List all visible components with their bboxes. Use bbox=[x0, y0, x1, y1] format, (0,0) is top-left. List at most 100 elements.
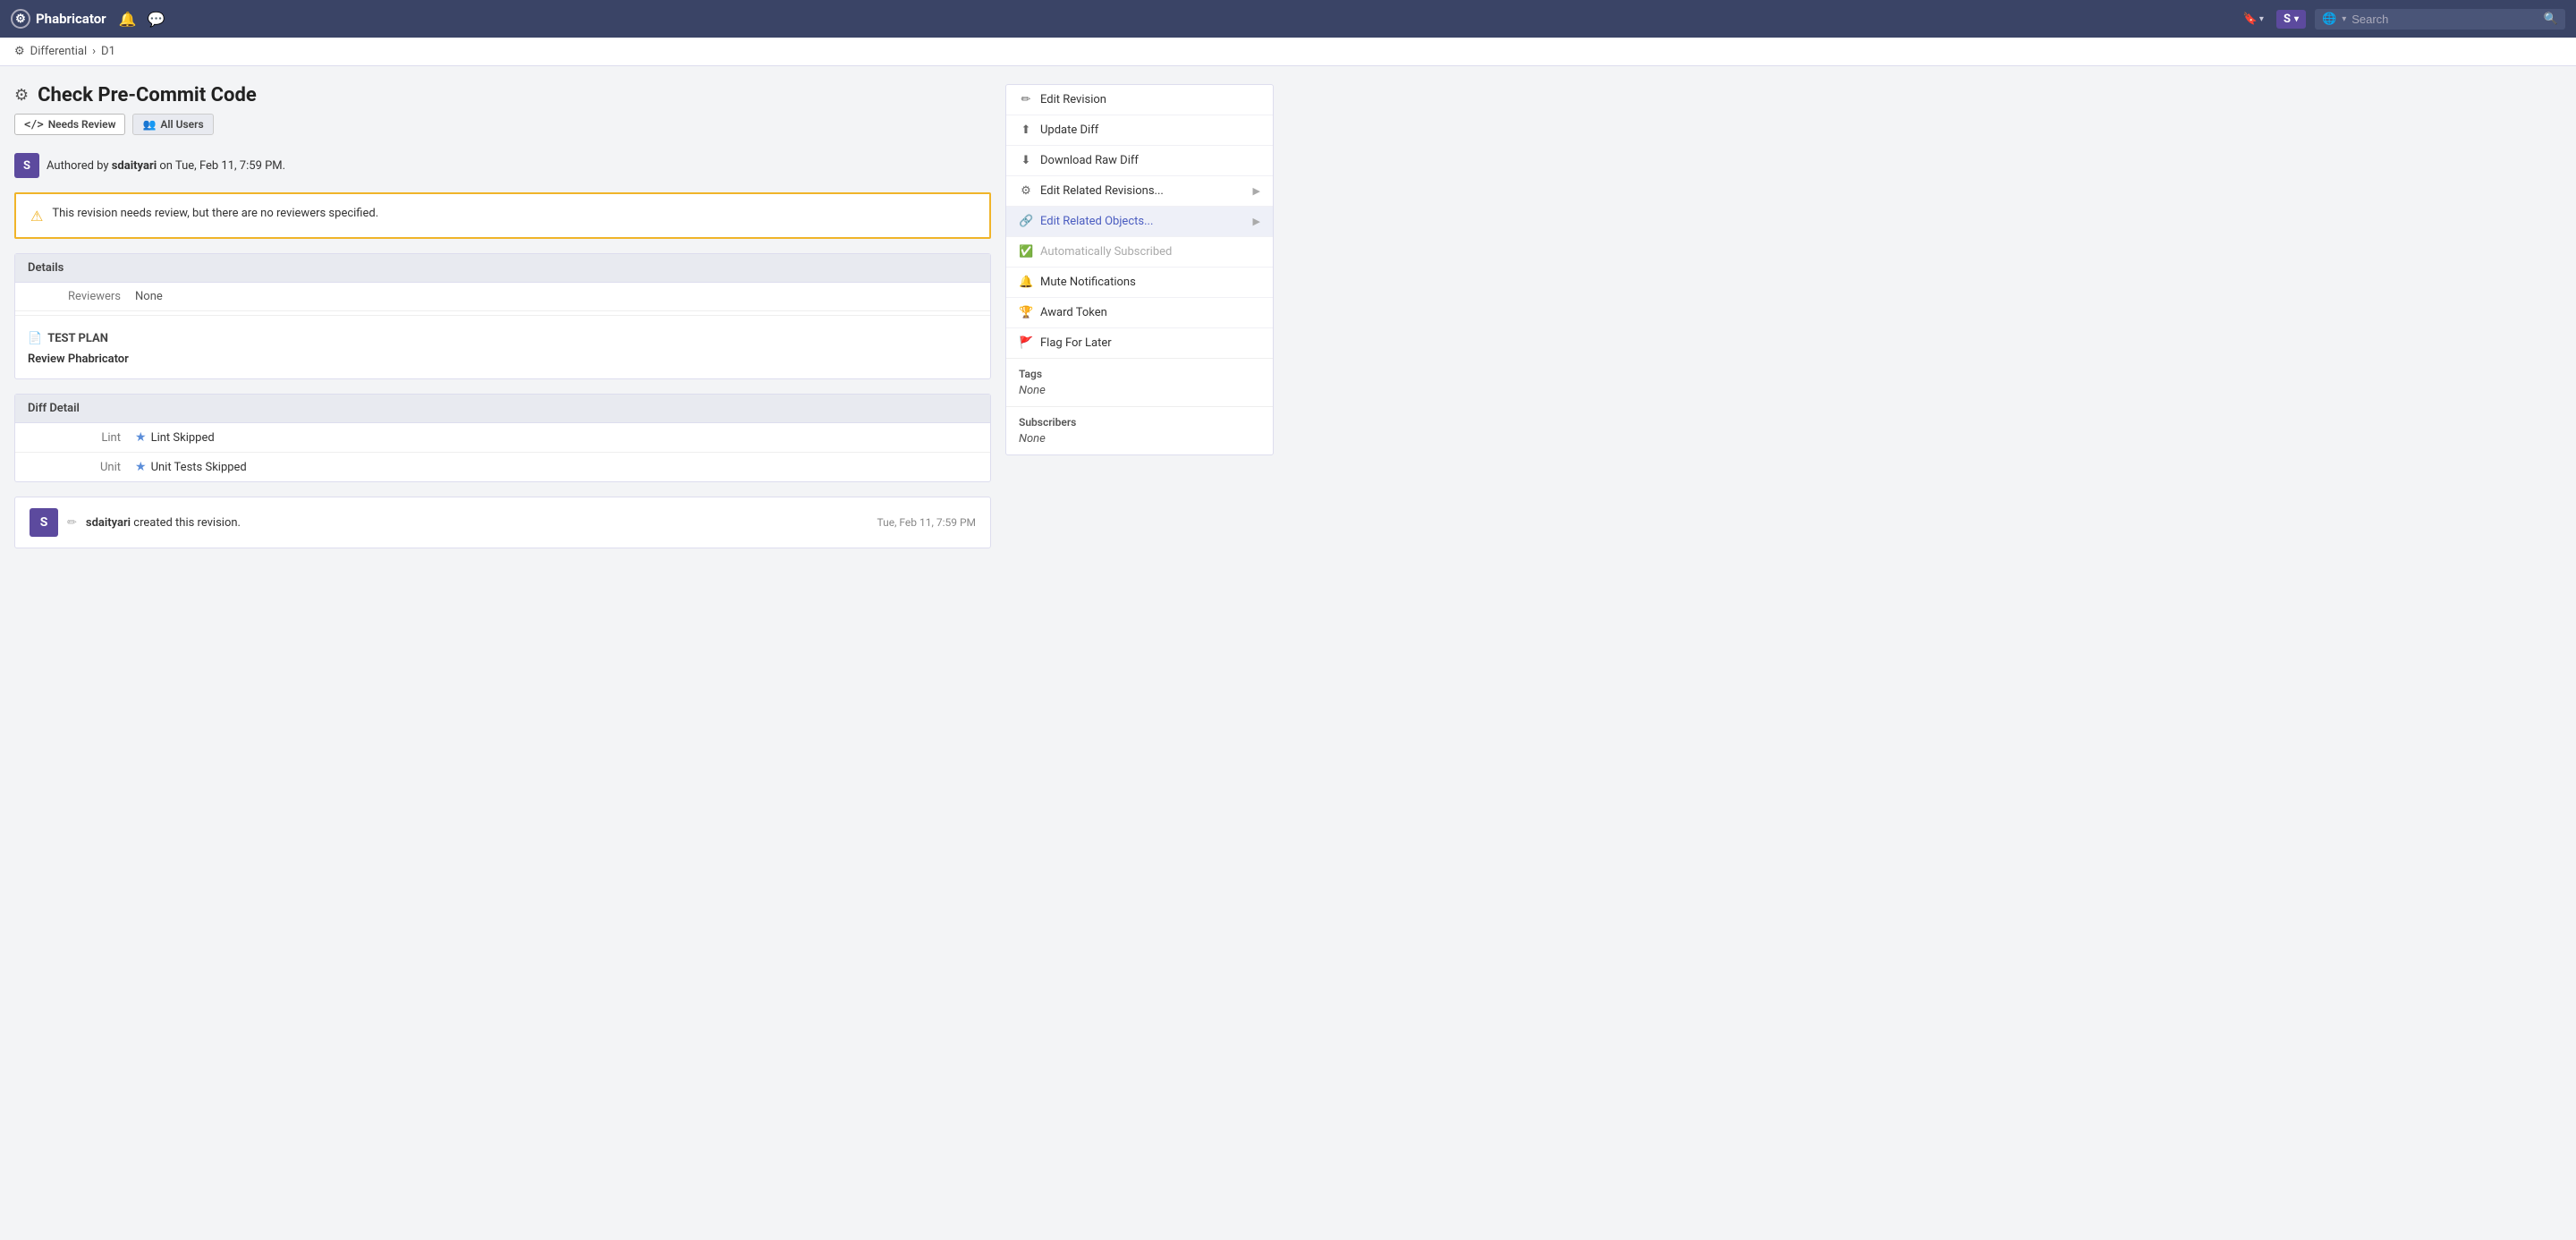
sidebar-item-label-update-diff: Update Diff bbox=[1040, 123, 1260, 137]
bookmark-icon: 🔖 bbox=[2243, 13, 2258, 26]
sidebar-menu: ✏ Edit Revision ⬆ Update Diff ⬇ Download… bbox=[1006, 85, 1273, 358]
bookmark-button[interactable]: 🔖 ▾ bbox=[2243, 13, 2264, 26]
sidebar-item-arrow-edit-related-objects: ▶ bbox=[1253, 216, 1260, 227]
reviewers-value: None bbox=[135, 290, 163, 303]
unit-row: Unit ★ Unit Tests Skipped bbox=[15, 453, 990, 481]
diff-detail-panel: Diff Detail Lint ★ Lint Skipped Unit ★ U… bbox=[14, 394, 991, 482]
users-icon: 👥 bbox=[142, 118, 156, 131]
author-avatar: S bbox=[14, 153, 39, 178]
sidebar-item-label-edit-related-revisions: Edit Related Revisions... bbox=[1040, 184, 1246, 198]
test-plan-header: 📄 TEST PLAN bbox=[28, 332, 978, 345]
author-row: S Authored by sdaityari on Tue, Feb 11, … bbox=[14, 153, 991, 178]
user-arrow: ▾ bbox=[2294, 14, 2299, 24]
details-panel: Details Reviewers None 📄 TEST PLAN Revie… bbox=[14, 253, 991, 379]
activity-username[interactable]: sdaityari bbox=[86, 516, 131, 530]
lint-row: Lint ★ Lint Skipped bbox=[15, 423, 990, 453]
unit-label: Unit bbox=[28, 461, 135, 474]
globe-icon: 🌐 bbox=[2322, 13, 2336, 26]
lint-star-icon: ★ bbox=[135, 430, 147, 445]
top-navigation: ⚙ Phabricator 🔔 💬 🔖 ▾ S ▾ 🌐 ▾ 🔍 bbox=[0, 0, 2576, 38]
sidebar-item-label-flag-for-later: Flag For Later bbox=[1040, 336, 1260, 350]
search-bar[interactable]: 🌐 ▾ 🔍 bbox=[2315, 9, 2565, 30]
sidebar-panel: ✏ Edit Revision ⬆ Update Diff ⬇ Download… bbox=[1005, 84, 1274, 455]
breadcrumb-gear-icon: ⚙ bbox=[14, 45, 25, 58]
breadcrumb-current: D1 bbox=[101, 45, 115, 58]
sidebar-item-label-edit-related-objects: Edit Related Objects... bbox=[1040, 215, 1246, 228]
main-container: ⚙ Check Pre-Commit Code </> Needs Review… bbox=[0, 66, 1288, 566]
title-gear-icon: ⚙ bbox=[14, 86, 29, 105]
content-area: ⚙ Check Pre-Commit Code </> Needs Review… bbox=[14, 84, 991, 548]
sidebar-item-arrow-edit-related-revisions: ▶ bbox=[1253, 185, 1260, 197]
warning-text: This revision needs review, but there ar… bbox=[52, 207, 378, 220]
warning-box: ⚠ This revision needs review, but there … bbox=[14, 192, 991, 239]
app-name: Phabricator bbox=[36, 11, 106, 27]
reviewers-label: Reviewers bbox=[28, 290, 135, 303]
sidebar-item-flag-for-later[interactable]: 🚩 Flag For Later bbox=[1006, 328, 1273, 358]
bookmark-arrow: ▾ bbox=[2259, 14, 2264, 24]
sidebar-item-edit-related-objects[interactable]: 🔗 Edit Related Objects... ▶ bbox=[1006, 207, 1273, 237]
code-icon: </> bbox=[24, 118, 44, 131]
sidebar-item-icon-mute-notifications: 🔔 bbox=[1019, 276, 1033, 289]
test-plan-doc-icon: 📄 bbox=[28, 332, 42, 345]
subscribers-value: None bbox=[1019, 432, 1260, 446]
sidebar-item-icon-download-raw-diff: ⬇ bbox=[1019, 154, 1033, 167]
sidebar-item-download-raw-diff[interactable]: ⬇ Download Raw Diff bbox=[1006, 146, 1273, 176]
audience-badge: 👥 All Users bbox=[132, 114, 213, 135]
page-title: Check Pre-Commit Code bbox=[38, 84, 257, 106]
sidebar-item-label-auto-subscribed: Automatically Subscribed bbox=[1040, 245, 1260, 259]
subscribers-section: Subscribers None bbox=[1006, 406, 1273, 454]
activity-text: sdaityari created this revision. bbox=[86, 516, 869, 530]
tags-label: Tags bbox=[1019, 368, 1260, 380]
sidebar-item-icon-update-diff: ⬆ bbox=[1019, 123, 1033, 137]
subscribers-label: Subscribers bbox=[1019, 416, 1260, 429]
sidebar-item-icon-edit-related-objects: 🔗 bbox=[1019, 215, 1033, 228]
reviewers-row: Reviewers None bbox=[15, 283, 990, 311]
breadcrumb-separator: › bbox=[92, 45, 96, 58]
bell-icon[interactable]: 🔔 bbox=[115, 7, 140, 31]
tags-section: Tags None bbox=[1006, 358, 1273, 406]
sidebar-item-award-token[interactable]: 🏆 Award Token bbox=[1006, 298, 1273, 328]
sidebar-item-label-download-raw-diff: Download Raw Diff bbox=[1040, 154, 1260, 167]
lint-value: ★ Lint Skipped bbox=[135, 430, 215, 445]
sidebar-item-edit-revision[interactable]: ✏ Edit Revision bbox=[1006, 85, 1273, 115]
page-title-row: ⚙ Check Pre-Commit Code bbox=[14, 84, 991, 106]
sidebar-item-edit-related-revisions[interactable]: ⚙ Edit Related Revisions... ▶ bbox=[1006, 176, 1273, 207]
test-plan-content: Review Phabricator bbox=[28, 352, 978, 366]
user-menu-button[interactable]: S ▾ bbox=[2276, 10, 2306, 29]
test-plan-section: 📄 TEST PLAN Review Phabricator bbox=[15, 319, 990, 378]
status-badge: </> Needs Review bbox=[14, 114, 125, 135]
details-panel-header: Details bbox=[15, 254, 990, 283]
unit-star-icon: ★ bbox=[135, 460, 147, 474]
breadcrumb: ⚙ Differential › D1 bbox=[0, 38, 2576, 66]
sidebar-item-mute-notifications[interactable]: 🔔 Mute Notifications bbox=[1006, 268, 1273, 298]
sidebar-item-icon-auto-subscribed: ✅ bbox=[1019, 245, 1033, 259]
logo-gear-icon: ⚙ bbox=[11, 9, 30, 29]
activity-pencil-icon: ✏ bbox=[67, 516, 77, 530]
badge-row: </> Needs Review 👥 All Users bbox=[14, 114, 991, 135]
search-input[interactable] bbox=[2351, 13, 2538, 26]
tags-value: None bbox=[1019, 384, 1260, 397]
user-initial: S bbox=[2284, 13, 2291, 26]
breadcrumb-parent[interactable]: Differential bbox=[30, 45, 87, 58]
diff-detail-header: Diff Detail bbox=[15, 395, 990, 423]
chat-icon[interactable]: 💬 bbox=[144, 7, 169, 31]
app-logo[interactable]: ⚙ Phabricator bbox=[11, 9, 106, 29]
sidebar-item-icon-award-token: 🏆 bbox=[1019, 306, 1033, 319]
nav-icons: 🔔 💬 bbox=[115, 7, 169, 31]
sidebar-item-icon-flag-for-later: 🚩 bbox=[1019, 336, 1033, 350]
right-sidebar: ✏ Edit Revision ⬆ Update Diff ⬇ Download… bbox=[1005, 84, 1274, 548]
sidebar-item-icon-edit-revision: ✏ bbox=[1019, 93, 1033, 106]
sidebar-item-label-award-token: Award Token bbox=[1040, 306, 1260, 319]
lint-label: Lint bbox=[28, 431, 135, 445]
author-text: Authored by sdaityari on Tue, Feb 11, 7:… bbox=[47, 159, 285, 173]
activity-row: S ✏ sdaityari created this revision. Tue… bbox=[14, 497, 991, 548]
warning-icon: ⚠ bbox=[30, 208, 43, 225]
sidebar-item-label-edit-revision: Edit Revision bbox=[1040, 93, 1260, 106]
sidebar-item-icon-edit-related-revisions: ⚙ bbox=[1019, 184, 1033, 198]
sidebar-item-label-mute-notifications: Mute Notifications bbox=[1040, 276, 1260, 289]
author-username[interactable]: sdaityari bbox=[112, 159, 157, 173]
sidebar-item-update-diff[interactable]: ⬆ Update Diff bbox=[1006, 115, 1273, 146]
activity-timestamp: Tue, Feb 11, 7:59 PM bbox=[877, 516, 977, 529]
unit-value: ★ Unit Tests Skipped bbox=[135, 460, 247, 474]
sidebar-item-auto-subscribed: ✅ Automatically Subscribed bbox=[1006, 237, 1273, 268]
